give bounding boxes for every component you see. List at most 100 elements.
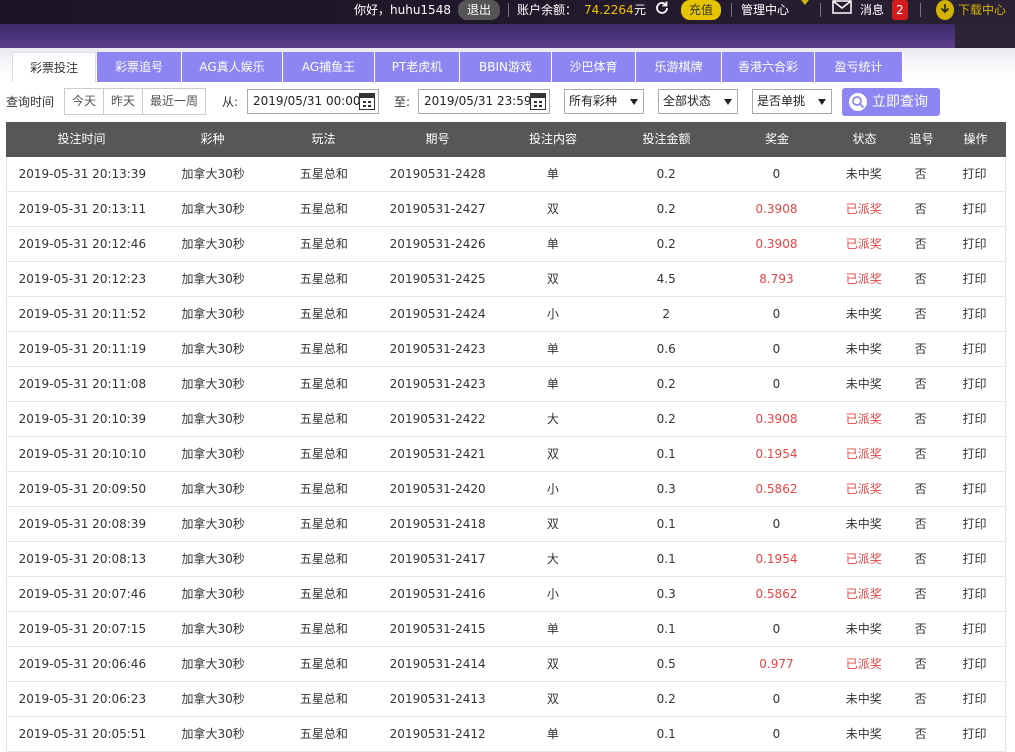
bet-content-cell: 单 xyxy=(546,167,559,181)
to-label: 至: xyxy=(394,95,411,109)
recharge-button[interactable]: 充值 xyxy=(681,0,721,20)
prize-cell: 0.5862 xyxy=(755,482,798,496)
table-row: 2019-05-31 20:13:11 加拿大30秒 五星总和 20190531-24… xyxy=(6,192,1006,227)
tab-ag-live[interactable]: AG真人娱乐 xyxy=(182,52,283,82)
bet-content-cell: 单 xyxy=(546,342,559,356)
lottery-cell: 加拿大30秒 xyxy=(181,237,245,251)
to-date-input[interactable]: 2019/05/31 23:59 xyxy=(418,89,550,114)
print-link[interactable]: 打印 xyxy=(944,332,1005,366)
period-cell: 20190531-2425 xyxy=(389,272,486,286)
download-icon[interactable] xyxy=(936,0,954,20)
calendar-icon[interactable] xyxy=(530,93,546,110)
print-link[interactable]: 打印 xyxy=(944,472,1005,506)
print-link[interactable]: 打印 xyxy=(944,437,1005,471)
calendar-icon[interactable] xyxy=(359,93,375,110)
prize-cell: 0.1954 xyxy=(755,447,798,461)
lottery-cell: 加拿大30秒 xyxy=(181,482,245,496)
print-link[interactable]: 打印 xyxy=(944,612,1005,646)
print-link[interactable]: 打印 xyxy=(944,402,1005,436)
from-date-input[interactable]: 2019/05/31 00:00 xyxy=(247,89,379,114)
tab-bbin-games[interactable]: BBIN游戏 xyxy=(460,52,552,82)
bet-content-cell: 双 xyxy=(546,517,559,531)
status-cell: 未中奖 xyxy=(845,377,882,391)
print-link[interactable]: 打印 xyxy=(944,507,1005,541)
status-cell: 已派奖 xyxy=(845,412,882,426)
prize-cell: 0.3908 xyxy=(755,237,798,251)
bet-content-cell: 小 xyxy=(546,587,559,601)
tab-pt-slots[interactable]: PT老虎机 xyxy=(375,52,460,82)
bet-content-cell: 双 xyxy=(546,202,559,216)
query-time-label: 查询时间 xyxy=(6,95,55,109)
prize-cell: 8.793 xyxy=(759,272,794,286)
column-header: 投注时间 xyxy=(57,132,106,146)
yesterday-button[interactable]: 昨天 xyxy=(104,89,144,114)
prize-cell: 0 xyxy=(772,692,781,706)
tab-lottery-bets[interactable]: 彩票投注 xyxy=(12,52,96,82)
download-center-link[interactable]: 下载中心 xyxy=(958,0,1006,20)
period-cell: 20190531-2424 xyxy=(389,307,486,321)
play-type-cell: 五星总和 xyxy=(299,657,348,671)
query-button[interactable]: 立即查询 xyxy=(842,88,940,116)
play-type-cell: 五星总和 xyxy=(299,237,348,251)
tab-saba-sports[interactable]: 沙巴体育 xyxy=(552,52,636,82)
print-link[interactable]: 打印 xyxy=(944,717,1005,751)
table-row: 2019-05-31 20:09:50 加拿大30秒 五星总和 20190531-24… xyxy=(6,472,1006,507)
single-pick-select[interactable]: 是否单挑 xyxy=(752,89,832,114)
period-cell: 20190531-2422 xyxy=(389,412,486,426)
print-link[interactable]: 打印 xyxy=(944,192,1005,226)
column-header: 状态 xyxy=(852,132,877,146)
prize-cell: 0 xyxy=(772,307,781,321)
messages-link[interactable]: 消息 xyxy=(860,0,884,20)
print-link[interactable]: 打印 xyxy=(944,542,1005,576)
divider xyxy=(920,3,921,17)
to-date-value: 2019/05/31 23:59 xyxy=(424,94,532,108)
lottery-type-select[interactable]: 所有彩种 xyxy=(564,89,644,114)
bet-amount-cell: 0.2 xyxy=(656,692,676,706)
tab-leyou-chess[interactable]: 乐游棋牌 xyxy=(636,52,722,82)
status-cell: 已派奖 xyxy=(845,202,882,216)
table-row: 2019-05-31 20:06:23 加拿大30秒 五星总和 20190531-24… xyxy=(6,682,1006,717)
print-link[interactable]: 打印 xyxy=(944,682,1005,716)
bet-content-cell: 双 xyxy=(546,657,559,671)
table-row: 2019-05-31 20:11:52 加拿大30秒 五星总和 20190531-24… xyxy=(6,297,1006,332)
last-week-button[interactable]: 最近一周 xyxy=(143,89,205,114)
bet-time-cell: 2019-05-31 20:07:46 xyxy=(18,587,147,601)
print-link[interactable]: 打印 xyxy=(944,157,1005,191)
status-cell: 未中奖 xyxy=(845,727,882,741)
chase-cell: 否 xyxy=(914,482,927,496)
column-header: 玩法 xyxy=(311,132,336,146)
filter-bar: 查询时间 今天 昨天 最近一周 从: 2019/05/31 00:00 至: 2… xyxy=(0,88,1015,116)
header-band xyxy=(0,24,1015,48)
search-icon xyxy=(849,93,867,111)
lottery-cell: 加拿大30秒 xyxy=(181,727,245,741)
bet-content-cell: 小 xyxy=(546,482,559,496)
chase-cell: 否 xyxy=(914,447,927,461)
today-button[interactable]: 今天 xyxy=(65,89,105,114)
chase-cell: 否 xyxy=(914,377,927,391)
bet-time-cell: 2019-05-31 20:08:13 xyxy=(18,552,147,566)
tab-hk-mark-six[interactable]: 香港六合彩 xyxy=(722,52,815,82)
prize-cell: 0.977 xyxy=(759,657,794,671)
tab-lottery-chase[interactable]: 彩票追号 xyxy=(97,52,182,82)
bet-time-cell: 2019-05-31 20:10:39 xyxy=(18,412,147,426)
bet-time-cell: 2019-05-31 20:10:10 xyxy=(18,447,147,461)
print-link[interactable]: 打印 xyxy=(944,577,1005,611)
tab-profit-loss[interactable]: 盈亏统计 xyxy=(815,52,903,82)
logout-button[interactable]: 退出 xyxy=(458,0,500,20)
divider xyxy=(820,3,821,17)
status-select[interactable]: 全部状态 xyxy=(658,89,738,114)
print-link[interactable]: 打印 xyxy=(944,297,1005,331)
print-link[interactable]: 打印 xyxy=(944,227,1005,261)
prize-cell: 0.3908 xyxy=(755,412,798,426)
print-link[interactable]: 打印 xyxy=(944,647,1005,681)
bet-time-cell: 2019-05-31 20:08:39 xyxy=(18,517,147,531)
period-cell: 20190531-2427 xyxy=(389,202,486,216)
management-center-menu[interactable]: 管理中心 xyxy=(741,0,789,20)
chevron-down-icon[interactable] xyxy=(801,0,809,20)
print-link[interactable]: 打印 xyxy=(944,367,1005,401)
print-link[interactable]: 打印 xyxy=(944,262,1005,296)
period-cell: 20190531-2415 xyxy=(389,622,486,636)
mail-icon[interactable] xyxy=(832,0,852,20)
refresh-icon[interactable] xyxy=(654,0,670,20)
tab-ag-fishing[interactable]: AG捕鱼王 xyxy=(283,52,375,82)
